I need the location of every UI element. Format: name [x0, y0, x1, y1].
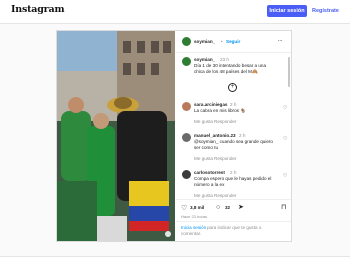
comment-text-line2: número a la ex — [194, 182, 225, 187]
post-video[interactable] — [57, 31, 175, 241]
posted-time: Hace 23 horas — [181, 214, 208, 219]
signup-link[interactable]: Regístrate — [312, 5, 339, 17]
comments-area: soymian_ 23 h Día 1 de 30 intentando bes… — [176, 53, 291, 203]
share-icon[interactable]: ➤ — [238, 203, 244, 211]
comment-text: La cabra en mis libros 🐐 — [194, 108, 246, 113]
login-prompt-link[interactable]: Inicia sesión — [181, 225, 206, 231]
comment-reply-button[interactable]: Responder — [214, 193, 236, 199]
instagram-logo[interactable]: Instagram — [11, 4, 65, 15]
comment-username[interactable]: sara.arciniegas — [194, 102, 227, 108]
comments-scrollbar[interactable] — [288, 57, 290, 87]
post-header: soymian_ • Seguir ··· — [176, 31, 291, 53]
comment-like-count[interactable]: Me gusta — [194, 119, 213, 125]
author-avatar[interactable] — [182, 37, 191, 46]
author-username[interactable]: soymian_ — [194, 39, 215, 45]
top-bar: Instagram Iniciar sesión Regístrate — [0, 0, 350, 24]
login-prompt-text: para indicar que te gusta o — [207, 225, 262, 230]
comment-heart-icon[interactable]: ♡ — [283, 136, 287, 142]
post-card: soymian_ • Seguir ··· soymian_ 23 h Día … — [56, 30, 292, 242]
comment-reply-button[interactable]: Responder — [214, 156, 236, 162]
comment-time: 2 h — [230, 170, 237, 175]
comment-reply-button[interactable]: Responder — [214, 119, 236, 125]
caption-avatar[interactable] — [182, 57, 191, 66]
comment-avatar[interactable] — [182, 170, 191, 179]
comment-like-count[interactable]: Me gusta — [194, 156, 213, 162]
comment-count[interactable]: 32 — [225, 205, 230, 211]
login-button[interactable]: Iniciar sesión — [267, 5, 307, 17]
caption-time: 23 h — [220, 57, 229, 62]
comment-text: @soymian_ cuando sea grande quiero — [194, 139, 273, 144]
load-more-comments-icon[interactable]: + — [228, 83, 237, 92]
like-heart-icon[interactable]: ♡ — [181, 204, 187, 212]
comment-username[interactable]: manuel_antonio.23 — [194, 133, 236, 139]
post-actions: ♡ 3,8 mil ○ 32 ➤ ⊓ Hace 23 horas Inicia … — [176, 199, 291, 242]
caption-text-line2: chica de los 48 países del M🙈 — [194, 69, 258, 74]
comment-text: Compa espero que le hayas pedido el — [194, 176, 272, 181]
save-bookmark-icon[interactable]: ⊓ — [281, 203, 286, 211]
comment-username[interactable]: carlosotorrest — [194, 170, 225, 176]
like-count[interactable]: 3,8 mil — [190, 205, 204, 211]
comment-heart-icon[interactable]: ♡ — [283, 173, 287, 179]
more-options-icon[interactable]: ··· — [278, 38, 283, 44]
caption-username[interactable]: soymian_ — [194, 57, 215, 63]
comment-time: 2 h — [230, 102, 237, 107]
comment-like-count[interactable]: Me gusta — [194, 193, 213, 199]
comment-heart-icon[interactable]: ♡ — [283, 105, 287, 111]
comment-bubble-icon[interactable]: ○ — [216, 204, 220, 211]
login-prompt-text-line2: comentar. — [181, 231, 202, 236]
page-footer — [0, 256, 350, 268]
comment-time: 2 h — [239, 133, 246, 138]
comment-text-line2: ser como tu — [194, 145, 218, 150]
caption-text-line1: Día 1 de 30 intentando besar a una — [194, 63, 267, 68]
separator-dot: • — [221, 39, 223, 44]
comment-avatar[interactable] — [182, 133, 191, 142]
video-frame — [57, 31, 175, 241]
comment-avatar[interactable] — [182, 102, 191, 111]
follow-button[interactable]: Seguir — [226, 39, 240, 45]
post-side-panel: soymian_ • Seguir ··· soymian_ 23 h Día … — [176, 31, 291, 241]
